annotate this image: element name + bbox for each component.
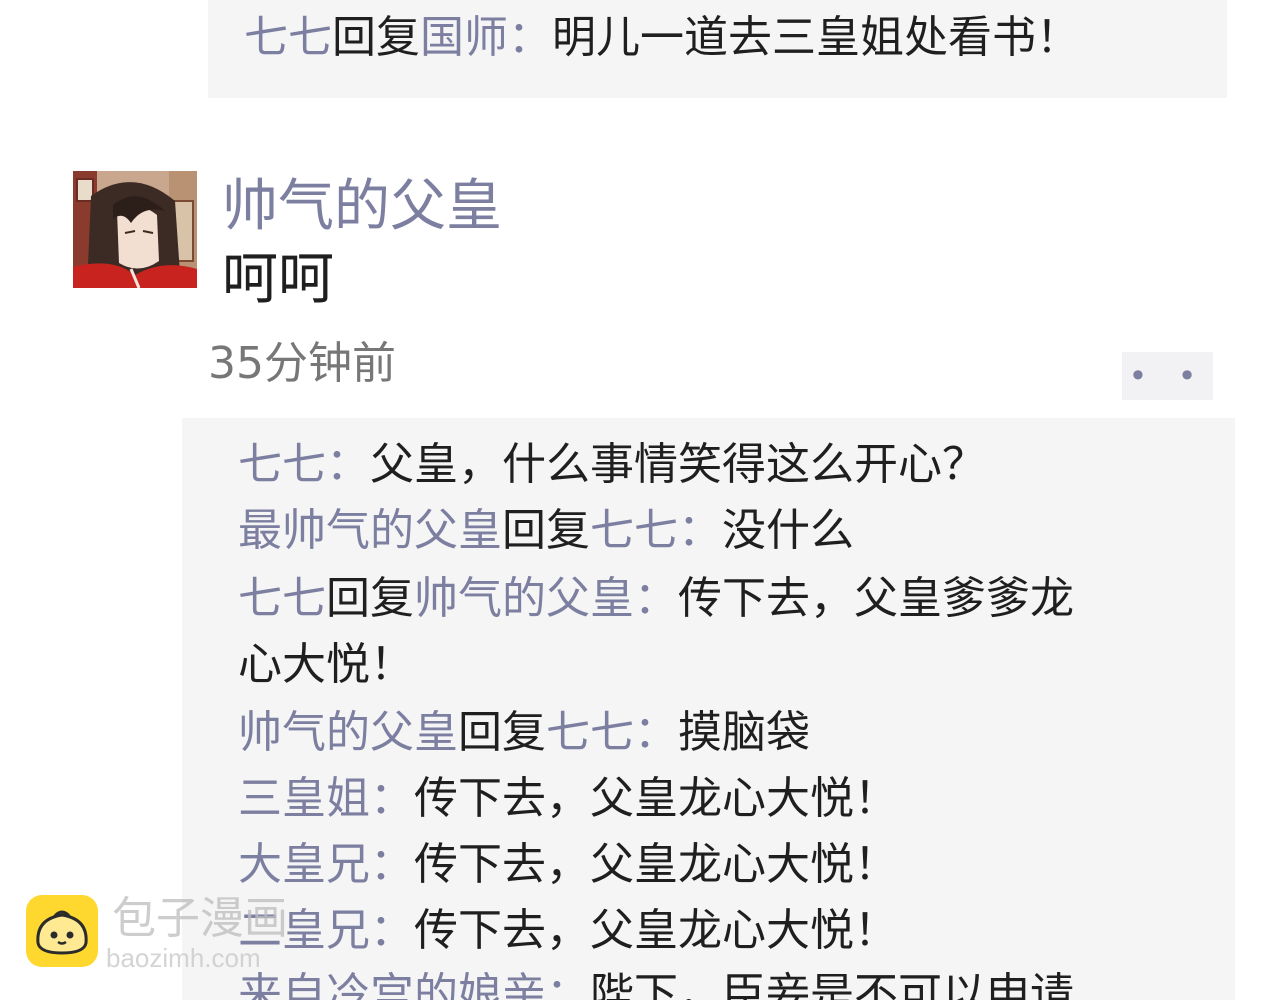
comment-line: 心大悦！ [238, 632, 414, 698]
more-dots-icon: • • [1128, 357, 1207, 395]
reply-colon: ： [508, 12, 552, 63]
timestamp: 35分钟前 [208, 338, 396, 389]
comment-text: 陛下，臣妾是不可以申请 [590, 969, 1074, 1000]
comment-colon: ： [546, 969, 590, 1000]
comment-to[interactable]: 帅气的父皇 [414, 573, 634, 624]
comment-line: 大皇兄：传下去，父皇龙心大悦！ [238, 832, 898, 898]
comment-line: 二皇兄：传下去，父皇龙心大悦！ [238, 898, 898, 964]
more-options-button[interactable]: • • [1122, 352, 1213, 400]
comment-line: 七七回复帅气的父皇：传下去，父皇爹爹龙 [238, 566, 1074, 632]
comment-verb: 回复 [458, 707, 546, 758]
post-content: 呵呵 [222, 247, 334, 312]
poster-name[interactable]: 帅气的父皇 [222, 172, 502, 242]
avatar-image [73, 171, 197, 288]
comment-text: 传下去，父皇龙心大悦！ [414, 839, 898, 890]
reply-text: 明儿一道去三皇姐处看书！ [552, 12, 1080, 63]
comment-verb: 回复 [502, 505, 590, 556]
comment-colon: ： [326, 439, 370, 490]
comment-from[interactable]: 最帅气的父皇 [238, 505, 502, 556]
comment-to[interactable]: 七七 [590, 505, 678, 556]
comment-text: 父皇，什么事情笑得这么开心？ [370, 439, 986, 490]
avatar[interactable] [73, 171, 197, 288]
reply-line: 七七回复国师：明儿一道去三皇姐处看书！ [244, 8, 1080, 68]
comment-text: 摸脑袋 [678, 707, 810, 758]
reply-to[interactable]: 国师 [420, 12, 508, 63]
comment-from[interactable]: 七七 [238, 573, 326, 624]
comment-line: 三皇姐：传下去，父皇龙心大悦！ [238, 766, 898, 832]
comment-from[interactable]: 来自冷宫的娘亲 [238, 969, 546, 1000]
comment-to[interactable]: 七七 [546, 707, 634, 758]
comment-from[interactable]: 帅气的父皇 [238, 707, 458, 758]
reply-verb: 回复 [332, 12, 420, 63]
bun-logo-icon [26, 895, 98, 967]
comment-text: 传下去，父皇龙心大悦！ [414, 905, 898, 956]
comment-from[interactable]: 七七 [238, 439, 326, 490]
comment-text: 心大悦！ [238, 639, 414, 690]
comic-panel: 七七回复国师：明儿一道去三皇姐处看书！ 帅气的父皇 呵呵 35分钟前 • • 七… [0, 0, 1280, 1000]
comment-from[interactable]: 三皇姐 [238, 773, 370, 824]
comment-colon: ： [678, 505, 722, 556]
comment-line: 最帅气的父皇回复七七：没什么 [238, 498, 854, 564]
comment-colon: ： [370, 839, 414, 890]
watermark-title: 包子漫画 [112, 893, 288, 944]
comment-line: 来自冷宫的娘亲：陛下，臣妾是不可以申请 [238, 962, 1074, 1000]
comment-line: 七七：父皇，什么事情笑得这么开心？ [238, 432, 986, 498]
reply-from[interactable]: 七七 [244, 12, 332, 63]
comment-text: 传下去，父皇龙心大悦！ [414, 773, 898, 824]
comment-colon: ： [370, 773, 414, 824]
watermark: 包子漫画 baozimh.com [26, 893, 326, 973]
comment-colon: ： [634, 707, 678, 758]
comment-text: 没什么 [722, 505, 854, 556]
comment-colon: ： [634, 573, 678, 624]
comment-from[interactable]: 大皇兄 [238, 839, 370, 890]
comment-line: 帅气的父皇回复七七：摸脑袋 [238, 700, 810, 766]
comment-text: 传下去，父皇爹爹龙 [678, 573, 1074, 624]
watermark-url: baozimh.com [106, 943, 261, 973]
comment-colon: ： [370, 905, 414, 956]
comment-verb: 回复 [326, 573, 414, 624]
